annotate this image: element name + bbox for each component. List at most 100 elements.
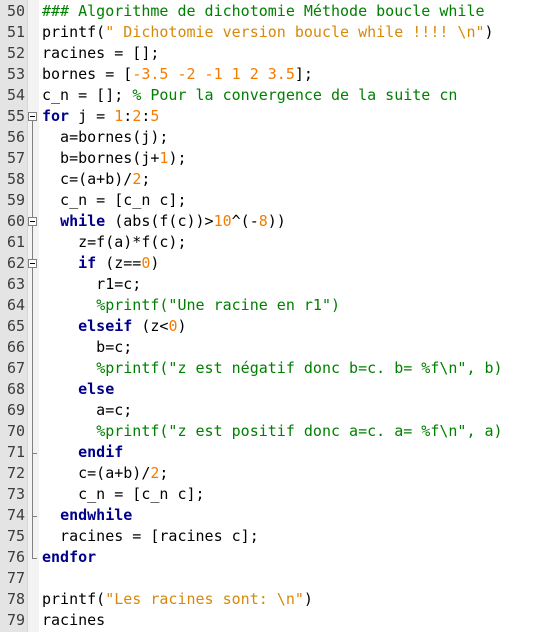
code-line[interactable]: 71 endif: [0, 442, 552, 463]
code-line[interactable]: 76 endfor: [0, 547, 552, 568]
code-token: c_n = [c_n c];: [42, 485, 205, 503]
code-token: " Dichotomie version boucle while !!!! \…: [105, 23, 485, 41]
line-number: 56: [6, 128, 25, 146]
code-line[interactable]: 59 c_n = [c_n c];: [0, 190, 552, 211]
line-number: 61: [6, 233, 25, 251]
code-token: c_n = [];: [42, 86, 133, 104]
code-text[interactable]: ### Algorithme de dichotomie Méthode bou…: [42, 1, 485, 22]
code-text[interactable]: r1=c;: [42, 274, 141, 295]
code-token: ^(-: [231, 212, 259, 230]
code-text[interactable]: if (z==0): [42, 253, 159, 274]
code-line[interactable]: 64 %printf("Une racine en r1"): [0, 295, 552, 316]
code-line[interactable]: 53 bornes = [-3.5 -2 -1 1 2 3.5];: [0, 64, 552, 85]
code-line[interactable]: 54 c_n = []; % Pour la convergence de la …: [0, 85, 552, 106]
code-token: -3.5 -2 -1 1 2 3.5: [132, 65, 295, 83]
code-text[interactable]: %printf("z est positif donc a=c. a= %f\n…: [42, 421, 502, 442]
code-text[interactable]: c_n = []; % Pour la convergence de la su…: [42, 85, 457, 106]
code-text[interactable]: c_n = [c_n c];: [42, 484, 205, 505]
code-text[interactable]: elseif (z<0): [42, 316, 186, 337]
code-line[interactable]: 70 %printf("z est positif donc a=c. a= %…: [0, 421, 552, 442]
line-number: 71: [6, 443, 25, 461]
code-line[interactable]: 61 z=f(a)*f(c);: [0, 232, 552, 253]
code-line[interactable]: 68 else: [0, 379, 552, 400]
code-line[interactable]: 75 racines = [racines c];: [0, 526, 552, 547]
code-text[interactable]: bornes = [-3.5 -2 -1 1 2 3.5];: [42, 64, 313, 85]
code-text[interactable]: a=c;: [42, 400, 132, 421]
line-number: 54: [6, 86, 25, 104]
code-text[interactable]: endfor: [42, 547, 96, 568]
code-token: r1=c;: [42, 275, 142, 293]
code-text[interactable]: printf(" Dichotomie version boucle while…: [42, 22, 494, 43]
code-token: ): [150, 254, 160, 272]
code-text[interactable]: endwhile: [42, 505, 132, 526]
code-line[interactable]: 50 ### Algorithme de dichotomie Méthode b…: [0, 1, 552, 22]
code-text[interactable]: %printf("Une racine en r1"): [42, 295, 340, 316]
code-line[interactable]: 67 %printf("z est négatif donc b=c. b= %…: [0, 358, 552, 379]
code-line[interactable]: 78 printf("Les racines sont: \n"): [0, 589, 552, 610]
code-line[interactable]: 58 c=(a+b)/2;: [0, 169, 552, 190]
code-line[interactable]: 72 c=(a+b)/2;: [0, 463, 552, 484]
line-number: 64: [6, 296, 25, 314]
line-number: 66: [6, 338, 25, 356]
fold-toggle-icon[interactable]: [28, 217, 37, 226]
code-line[interactable]: 52 racines = [];: [0, 43, 552, 64]
code-text[interactable]: while (abs(f(c))>10^(-8)): [42, 211, 286, 232]
line-number: 65: [6, 317, 25, 335]
fold-toggle-icon[interactable]: [28, 112, 37, 121]
fold-end-marker: [32, 453, 37, 454]
code-text[interactable]: c=(a+b)/2;: [42, 463, 168, 484]
code-line[interactable]: 55 for j = 1:2:5: [0, 106, 552, 127]
code-token: else: [78, 380, 115, 398]
line-number: 68: [6, 380, 25, 398]
code-line[interactable]: 62 if (z==0): [0, 253, 552, 274]
code-line[interactable]: 66 b=c;: [0, 337, 552, 358]
code-token: racines: [42, 611, 106, 629]
code-text[interactable]: z=f(a)*f(c);: [42, 232, 186, 253]
code-line[interactable]: 63 r1=c;: [0, 274, 552, 295]
code-editor[interactable]: 50 ### Algorithme de dichotomie Méthode b…: [0, 0, 552, 632]
code-line[interactable]: 60 while (abs(f(c))>10^(-8)): [0, 211, 552, 232]
fold-toggle-icon[interactable]: [28, 259, 37, 268]
code-line[interactable]: 51 printf(" Dichotomie version boucle whi…: [0, 22, 552, 43]
code-line[interactable]: 74 endwhile: [0, 505, 552, 526]
code-token: (z<: [132, 317, 169, 335]
code-token: bornes = [: [42, 65, 133, 83]
code-token: a=c;: [42, 401, 133, 419]
code-line[interactable]: 56 a=bornes(j);: [0, 127, 552, 148]
code-line[interactable]: 65 elseif (z<0): [0, 316, 552, 337]
code-token: c=(a+b)/: [42, 464, 151, 482]
code-line[interactable]: 57 b=bornes(j+1);: [0, 148, 552, 169]
code-text[interactable]: b=c;: [42, 337, 132, 358]
code-text[interactable]: c_n = [c_n c];: [42, 190, 186, 211]
code-token: %printf("z est négatif donc b=c. b= %f\n…: [96, 359, 503, 377]
code-line[interactable]: 79 racines: [0, 610, 552, 631]
code-text[interactable]: c=(a+b)/2;: [42, 169, 150, 190]
code-text[interactable]: endif: [42, 442, 123, 463]
code-text[interactable]: a=bornes(j);: [42, 127, 168, 148]
code-line[interactable]: 69 a=c;: [0, 400, 552, 421]
code-token: endwhile: [60, 506, 133, 524]
code-text[interactable]: racines: [42, 610, 105, 631]
code-token: a=bornes(j);: [42, 128, 169, 146]
line-number: 75: [6, 527, 25, 545]
code-token: "Les racines sont: \n": [105, 590, 304, 608]
code-text[interactable]: printf("Les racines sont: \n"): [42, 589, 313, 610]
fold-line: [32, 268, 33, 453]
code-text[interactable]: b=bornes(j+1);: [42, 148, 186, 169]
line-number: 63: [6, 275, 25, 293]
code-text[interactable]: else: [42, 379, 114, 400]
code-line[interactable]: 73 c_n = [c_n c];: [0, 484, 552, 505]
line-number: 78: [6, 590, 25, 608]
line-number: 67: [6, 359, 25, 377]
code-text[interactable]: racines = [];: [42, 43, 159, 64]
code-line[interactable]: 77: [0, 568, 552, 589]
code-token: ### Algorithme de dichotomie Méthode bou…: [42, 2, 485, 20]
code-text[interactable]: racines = [racines c];: [42, 526, 259, 547]
code-text[interactable]: %printf("z est négatif donc b=c. b= %f\n…: [42, 358, 503, 379]
line-number: 77: [6, 569, 25, 587]
code-text[interactable]: for j = 1:2:5: [42, 106, 159, 127]
code-token: 10: [213, 212, 232, 230]
